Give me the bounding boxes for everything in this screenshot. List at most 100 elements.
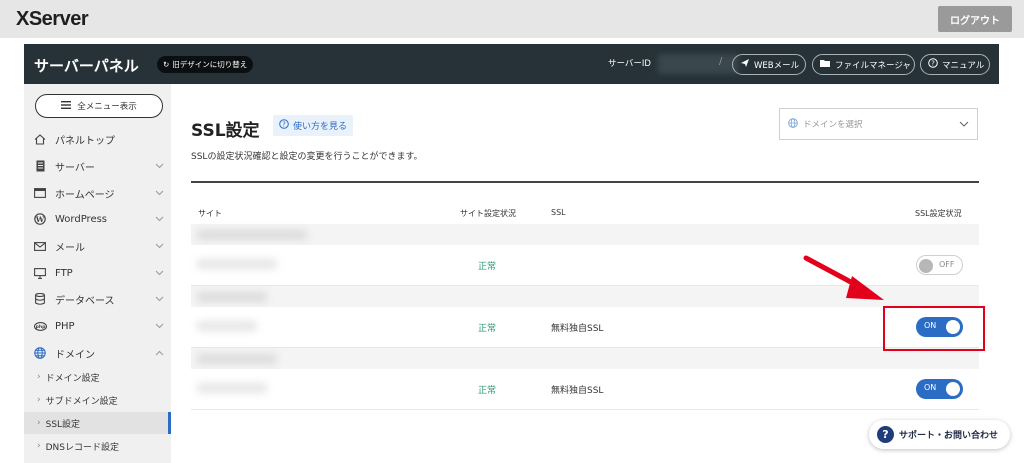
ssl-toggle[interactable]: ON	[916, 379, 963, 399]
server-id-value-redacted	[658, 54, 738, 74]
toggle-label: OFF	[939, 260, 955, 269]
annotation-arrow	[803, 255, 884, 300]
webmail-button[interactable]: WEBメール	[732, 54, 806, 75]
sidebar-item-label: ドメイン	[55, 349, 95, 361]
site-status: 正常	[478, 262, 497, 272]
sidebar-item-domain[interactable]: ドメイン	[24, 341, 171, 365]
support-label: サポート・お問い合わせ	[899, 431, 999, 441]
domain-select[interactable]: ドメインを選択	[779, 108, 978, 140]
ssl-type: 無料独自SSL	[551, 324, 604, 334]
sidebar-item-label: PHP	[55, 320, 75, 332]
chevron-right-icon: ›	[37, 372, 41, 382]
sidebar-item-wordpress[interactable]: W WordPress	[24, 207, 171, 231]
sidebar: 全メニュー表示 パネルトップ サーバー ホームページ W WordPress メ…	[24, 84, 171, 463]
sidebar-item-php[interactable]: php PHP	[24, 314, 171, 338]
chevron-right-icon: ›	[37, 418, 41, 428]
table-row: 正常 無料独自SSL ON	[191, 307, 979, 348]
page-description: SSLの設定状況確認と設定の変更を行うことができます。	[191, 152, 423, 162]
sidebar-subitem-domain-settings[interactable]: › ドメイン設定	[24, 366, 171, 388]
sidebar-item-label: パネルトップ	[55, 135, 115, 147]
chevron-down-icon	[155, 214, 164, 225]
column-header-site: サイト	[198, 209, 222, 218]
sidebar-item-database[interactable]: データベース	[24, 287, 171, 311]
mail-icon	[33, 241, 47, 251]
sidebar-item-label: メール	[55, 242, 85, 254]
redacted-domain	[197, 230, 307, 240]
sidebar-item-server[interactable]: サーバー	[24, 154, 171, 178]
sidebar-item-mail[interactable]: メール	[24, 234, 171, 258]
help-circle-icon: ?	[279, 119, 289, 132]
refresh-icon: ↻	[163, 60, 170, 69]
sidebar-item-label: WordPress	[55, 213, 108, 225]
sidebar-subitem-ssl-settings[interactable]: › SSL設定	[24, 412, 171, 434]
domain-select-placeholder: ドメインを選択	[803, 120, 863, 130]
sidebar-subitem-label: SSL設定	[45, 419, 81, 430]
howto-label: 使い方を見る	[293, 122, 348, 132]
chevron-down-icon	[155, 294, 164, 305]
site-status: 正常	[478, 386, 497, 396]
manual-label: マニュアル	[942, 60, 985, 71]
chevron-down-icon	[155, 161, 164, 172]
chevron-down-icon	[155, 188, 164, 199]
domain-group-row	[191, 224, 979, 245]
old-design-label: 旧デザインに切り替え	[172, 60, 248, 69]
sidebar-item-panel-top[interactable]: パネルトップ	[24, 127, 171, 151]
panel-title: サーバーパネル	[34, 57, 139, 75]
globe-icon	[788, 117, 798, 131]
column-header-site-status: サイト設定状況	[460, 209, 516, 218]
chevron-right-icon: ›	[37, 395, 41, 405]
svg-text:php: php	[35, 324, 46, 330]
redacted-domain	[197, 292, 267, 302]
sidebar-subitem-label: サブドメイン設定	[45, 396, 118, 407]
chevron-right-icon: ›	[37, 441, 41, 451]
domain-group-row	[191, 348, 979, 369]
chevron-down-icon	[959, 120, 969, 130]
redacted-site	[197, 383, 267, 393]
chevron-down-icon	[155, 321, 164, 332]
old-design-button[interactable]: ↻ 旧デザインに切り替え	[157, 56, 254, 73]
logout-button[interactable]: ログアウト	[938, 6, 1012, 32]
svg-text:?: ?	[282, 121, 286, 129]
hamburger-icon	[61, 100, 72, 112]
toggle-knob	[946, 382, 960, 396]
file-manager-button[interactable]: ファイルマネージャ	[812, 54, 915, 75]
xserver-logo[interactable]: XServer	[16, 8, 89, 31]
table-row: 正常 無料独自SSL ON	[191, 369, 979, 410]
sidebar-item-homepage[interactable]: ホームページ	[24, 181, 171, 205]
all-menu-button[interactable]: 全メニュー表示	[35, 94, 163, 118]
sidebar-subitem-label: DNSレコード設定	[45, 442, 119, 453]
howto-button[interactable]: ? 使い方を見る	[273, 115, 354, 136]
server-id-label: サーバーID	[608, 59, 651, 69]
browser-icon	[33, 188, 47, 198]
support-button[interactable]: ? サポート・お問い合わせ	[869, 420, 1010, 449]
redacted-domain	[197, 354, 277, 364]
chevron-down-icon	[155, 268, 164, 279]
monitor-icon	[33, 267, 47, 279]
sidebar-item-ftp[interactable]: FTP	[24, 261, 171, 285]
sidebar-subitem-subdomain-settings[interactable]: › サブドメイン設定	[24, 389, 171, 411]
svg-text:?: ?	[931, 60, 935, 68]
page-title: SSL設定	[191, 121, 260, 141]
manual-button[interactable]: ? マニュアル	[920, 54, 990, 75]
sidebar-subitem-dns-record-settings[interactable]: › DNSレコード設定	[24, 435, 171, 457]
column-header-ssl-status: SSL設定状況	[915, 209, 962, 218]
sidebar-subitem-label: ドメイン設定	[45, 373, 100, 384]
top-bar: XServer ログアウト	[0, 0, 1024, 38]
sidebar-item-label: FTP	[55, 267, 73, 279]
site-status: 正常	[478, 324, 497, 334]
sidebar-item-label: サーバー	[55, 162, 95, 174]
toggle-label: ON	[924, 383, 937, 392]
column-header-ssl: SSL	[551, 208, 566, 217]
help-circle-icon: ?	[928, 58, 938, 71]
ssl-type: 無料独自SSL	[551, 386, 604, 396]
database-icon	[33, 293, 47, 305]
redacted-site	[197, 259, 277, 269]
svg-text:W: W	[35, 215, 45, 224]
ssl-toggle[interactable]: OFF	[916, 255, 963, 275]
file-manager-label: ファイルマネージャ	[835, 60, 911, 71]
php-icon: php	[33, 321, 47, 331]
webmail-label: WEBメール	[754, 60, 800, 71]
redacted-site	[197, 321, 257, 331]
chevron-down-icon	[155, 241, 164, 252]
sidebar-item-label: データベース	[55, 295, 115, 307]
